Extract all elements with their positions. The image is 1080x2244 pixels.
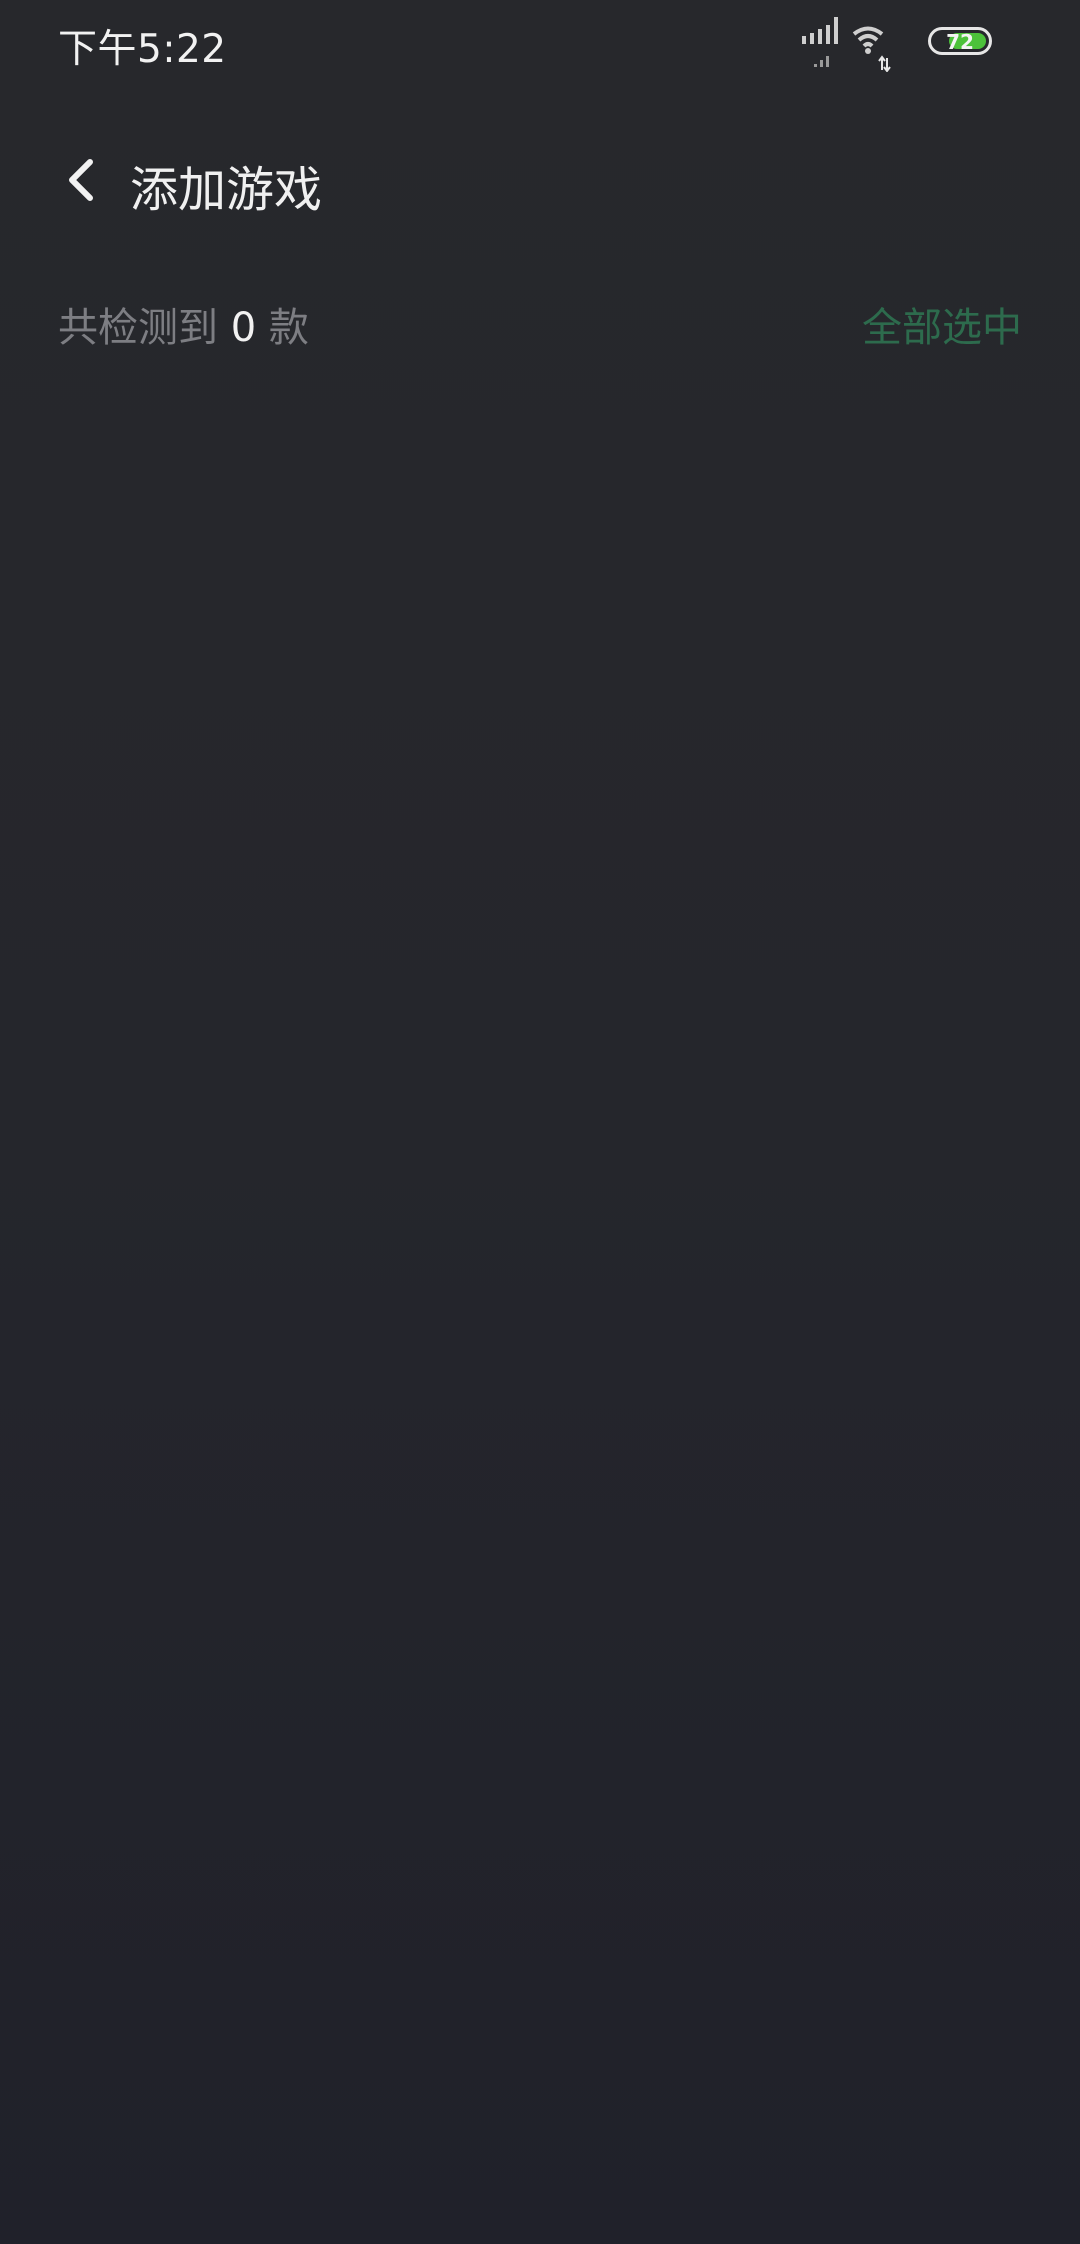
battery-icon: 72 bbox=[928, 27, 992, 55]
detected-count-label: 共检测到 0 款 bbox=[58, 295, 309, 353]
wifi-icon bbox=[852, 26, 891, 72]
header: 添加游戏 bbox=[0, 130, 1080, 230]
page-title: 添加游戏 bbox=[130, 162, 323, 218]
chevron-left-icon bbox=[69, 159, 93, 201]
select-all-button[interactable]: 全部选中 bbox=[862, 295, 1022, 353]
detected-count: 0 bbox=[230, 305, 257, 351]
detected-prefix: 共检测到 bbox=[58, 305, 218, 351]
signal-icon bbox=[802, 17, 838, 67]
status-bar: 下午5:22 72 bbox=[0, 0, 1080, 90]
battery-level: 72 bbox=[946, 30, 974, 54]
detected-suffix: 款 bbox=[268, 305, 309, 351]
status-time: 下午5:22 bbox=[58, 27, 227, 72]
back-button[interactable] bbox=[58, 150, 106, 210]
summary-row: 共检测到 0 款 全部选中 bbox=[0, 290, 1080, 353]
status-icons: 72 bbox=[800, 14, 1040, 74]
